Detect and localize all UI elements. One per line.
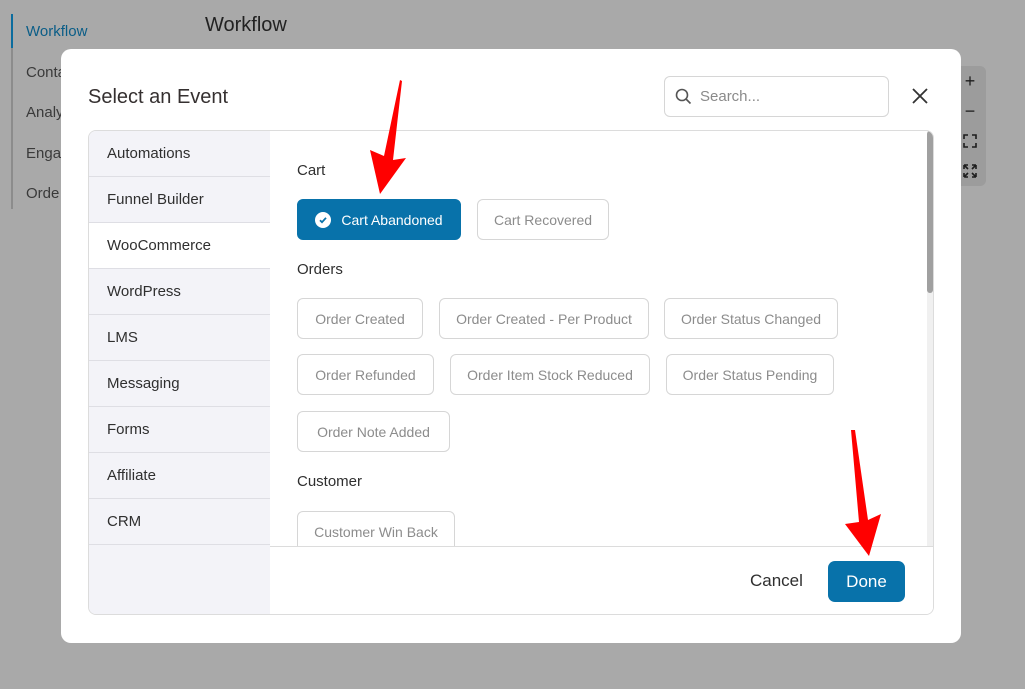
event-order-note-added[interactable]: Order Note Added — [297, 411, 450, 452]
group-label-cart: Cart — [297, 162, 326, 179]
close-icon — [912, 88, 928, 104]
category-list: Automations Funnel Builder WooCommerce W… — [89, 131, 270, 614]
event-order-status-changed[interactable]: Order Status Changed — [664, 298, 838, 339]
event-order-created-per-product[interactable]: Order Created - Per Product — [439, 298, 649, 339]
sidebar-item-workflow[interactable]: Workflow — [26, 23, 87, 40]
search-box[interactable] — [664, 76, 889, 117]
group-label-customer: Customer — [297, 473, 363, 490]
close-button[interactable] — [911, 84, 929, 108]
annotation-arrow-icon — [370, 80, 406, 194]
fit-view-icon — [963, 134, 977, 148]
event-cart-abandoned[interactable]: Cart Abandoned — [297, 199, 461, 240]
category-woocommerce[interactable]: WooCommerce — [89, 223, 270, 269]
event-customer-win-back[interactable]: Customer Win Back — [297, 511, 455, 546]
event-label: Cart Abandoned — [341, 211, 443, 228]
select-event-modal: Select an Event Automations Funnel Build… — [61, 49, 961, 643]
sidebar-item-orders[interactable]: Orde — [26, 185, 59, 202]
event-cart-recovered[interactable]: Cart Recovered — [477, 199, 609, 240]
category-forms[interactable]: Forms — [89, 407, 270, 453]
category-affiliate[interactable]: Affiliate — [89, 453, 270, 499]
event-order-created[interactable]: Order Created — [297, 298, 423, 339]
check-icon — [315, 211, 332, 228]
modal-title: Select an Event — [88, 86, 229, 108]
scrollbar-thumb[interactable] — [927, 131, 933, 293]
category-messaging[interactable]: Messaging — [89, 361, 270, 407]
sidebar-item-analytics[interactable]: Analy — [26, 104, 64, 121]
category-wordpress[interactable]: WordPress — [89, 269, 270, 315]
modal-footer: Cancel Done — [270, 546, 933, 614]
search-input[interactable] — [700, 88, 880, 105]
category-crm[interactable]: CRM — [89, 499, 270, 545]
done-button[interactable]: Done — [828, 561, 905, 602]
sidebar-active-indicator — [11, 14, 13, 48]
annotation-arrow-icon — [845, 430, 881, 556]
modal-body: Automations Funnel Builder WooCommerce W… — [88, 130, 934, 615]
category-funnel-builder[interactable]: Funnel Builder — [89, 177, 270, 223]
event-list-scrollbar[interactable] — [927, 131, 933, 546]
event-order-item-stock-reduced[interactable]: Order Item Stock Reduced — [450, 354, 650, 395]
event-order-status-pending[interactable]: Order Status Pending — [666, 354, 834, 395]
cancel-button[interactable]: Cancel — [750, 571, 803, 591]
page-title: Workflow — [205, 14, 287, 36]
event-order-refunded[interactable]: Order Refunded — [297, 354, 434, 395]
expand-icon — [963, 164, 977, 178]
search-icon — [675, 88, 692, 105]
category-lms[interactable]: LMS — [89, 315, 270, 361]
group-label-orders: Orders — [297, 261, 343, 278]
category-automations[interactable]: Automations — [89, 131, 270, 177]
